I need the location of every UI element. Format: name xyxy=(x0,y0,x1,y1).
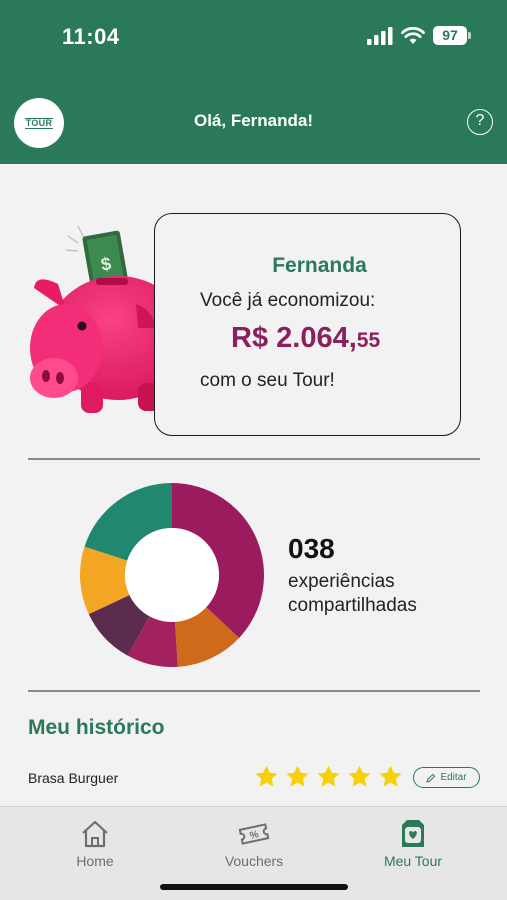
help-button[interactable]: ? xyxy=(467,109,493,135)
star-icon xyxy=(348,765,371,787)
savings-intro: Você já economizou: xyxy=(200,290,376,311)
star-icon xyxy=(286,765,309,787)
star-rating xyxy=(254,764,403,789)
top-app-bar: 11:04 97 TOUR Olá, Fernanda! ? xyxy=(0,0,507,164)
savings-amount: R$ 2.064,55 xyxy=(231,322,380,355)
star-icon xyxy=(255,765,278,787)
history-item-name: Brasa Burguer xyxy=(28,770,119,786)
nav-label-vouchers: Vouchers xyxy=(224,853,284,869)
amount-main: R$ 2.064, xyxy=(231,322,357,354)
experiences-donut-chart xyxy=(80,483,264,667)
edit-label: Editar xyxy=(440,772,467,783)
nav-item-vouchers[interactable]: % Vouchers xyxy=(194,817,314,869)
pencil-icon xyxy=(426,773,436,783)
help-icon: ? xyxy=(475,112,485,129)
edit-review-button[interactable]: Editar xyxy=(413,767,480,788)
user-name: Fernanda xyxy=(272,254,367,277)
battery-level: 97 xyxy=(433,26,467,45)
nav-item-meu-tour[interactable]: Meu Tour xyxy=(353,817,473,869)
star-icon xyxy=(317,765,340,787)
experiences-label: experiências compartilhadas xyxy=(288,571,417,616)
battery-icon: 97 xyxy=(433,26,471,45)
nav-item-home[interactable]: Home xyxy=(35,817,155,869)
signal-icon xyxy=(367,26,393,45)
nav-label-meu-tour: Meu Tour xyxy=(383,853,443,869)
savings-card: Fernanda Você já economizou: R$ 2.064,55… xyxy=(154,213,461,436)
home-indicator xyxy=(160,884,348,890)
home-icon xyxy=(82,820,108,848)
wifi-icon xyxy=(401,26,425,44)
history-title: Meu histórico xyxy=(28,716,165,739)
voucher-icon: % xyxy=(238,823,270,845)
greeting-title: Olá, Fernanda! xyxy=(193,111,314,130)
savings-outro: com o seu Tour! xyxy=(200,370,335,391)
status-time: 11:04 xyxy=(62,24,120,49)
star-icon xyxy=(379,765,402,787)
divider xyxy=(28,690,480,692)
svg-text:%: % xyxy=(249,829,260,842)
meu-tour-icon xyxy=(402,820,424,847)
experiences-count: 038 xyxy=(288,533,335,564)
nav-label-home: Home xyxy=(76,853,114,869)
amount-cents: 55 xyxy=(356,329,381,352)
donut-hole xyxy=(125,528,219,622)
divider xyxy=(28,458,480,460)
status-icons: 97 xyxy=(367,26,471,45)
history-item[interactable]: Brasa Burguer Editar xyxy=(28,762,480,794)
